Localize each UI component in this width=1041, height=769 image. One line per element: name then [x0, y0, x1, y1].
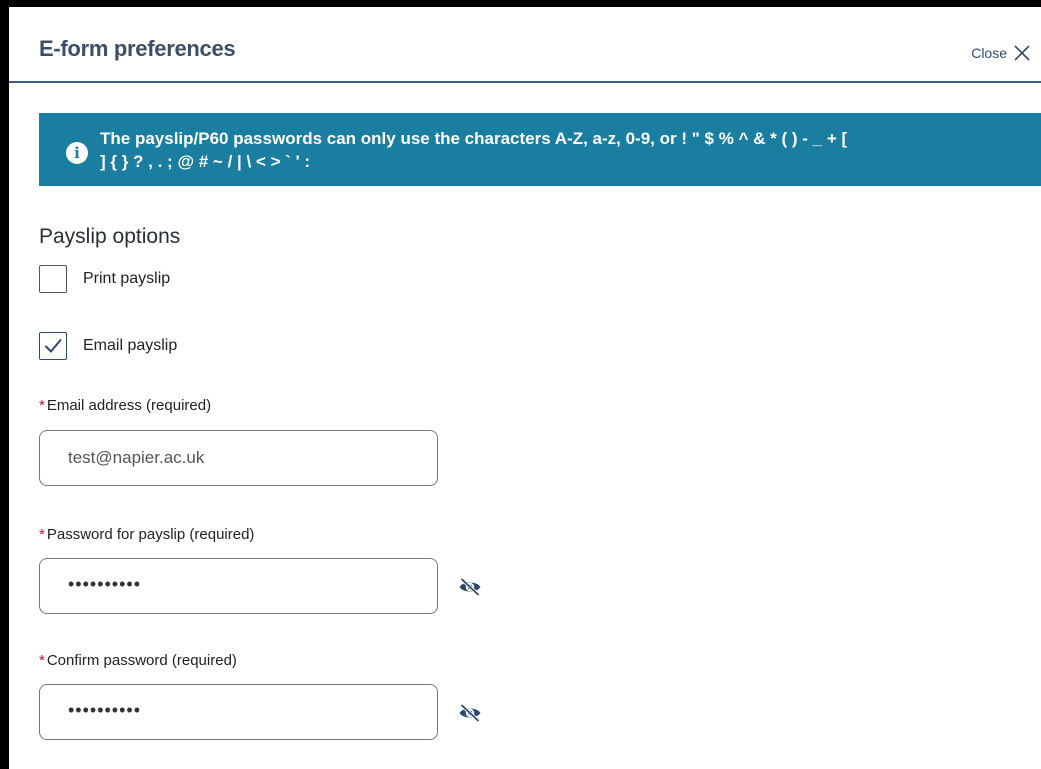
email-payslip-option[interactable]: Email payslip: [39, 332, 177, 360]
confirm-label-text: Confirm password (required): [46, 652, 237, 669]
eye-slash-icon[interactable]: [458, 577, 482, 597]
email-address-input[interactable]: test@napier.ac.uk: [39, 430, 438, 486]
eform-preferences-panel: E-form preferences Close i The payslip/P…: [9, 7, 1041, 769]
dialog-title: E-form preferences: [39, 36, 236, 61]
print-payslip-label: Print payslip: [83, 270, 171, 287]
confirm-password-input[interactable]: ••••••••••: [39, 684, 438, 740]
close-icon: [1014, 45, 1030, 61]
close-button[interactable]: Close: [971, 44, 1031, 62]
required-marker: *: [39, 397, 45, 414]
banner-message: The payslip/P60 passwords can only use t…: [100, 129, 848, 171]
section-title: Payslip options: [39, 225, 181, 248]
password-input[interactable]: ••••••••••: [39, 558, 438, 614]
email-label-text: Email address (required): [46, 397, 212, 414]
email-payslip-label: Email payslip: [83, 337, 178, 354]
print-payslip-option[interactable]: Print payslip: [39, 265, 170, 293]
checkmark-icon: [45, 339, 62, 353]
info-icon: i: [66, 142, 88, 164]
password-info-banner: i The payslip/P60 passwords can only use…: [39, 113, 1041, 186]
required-marker: *: [39, 526, 45, 543]
email-payslip-checkbox[interactable]: [39, 332, 67, 360]
dialog-header: E-form preferences Close: [9, 7, 1041, 83]
confirm-password-label: * Confirm password (required): [39, 652, 237, 669]
eye-slash-icon[interactable]: [458, 703, 482, 723]
password-label: * Password for payslip (required): [39, 526, 254, 543]
print-payslip-checkbox[interactable]: [39, 265, 67, 293]
required-marker: *: [39, 652, 45, 669]
email-address-label: * Email address (required): [39, 397, 211, 414]
password-label-text: Password for payslip (required): [46, 526, 255, 543]
close-label: Close: [971, 45, 1007, 61]
